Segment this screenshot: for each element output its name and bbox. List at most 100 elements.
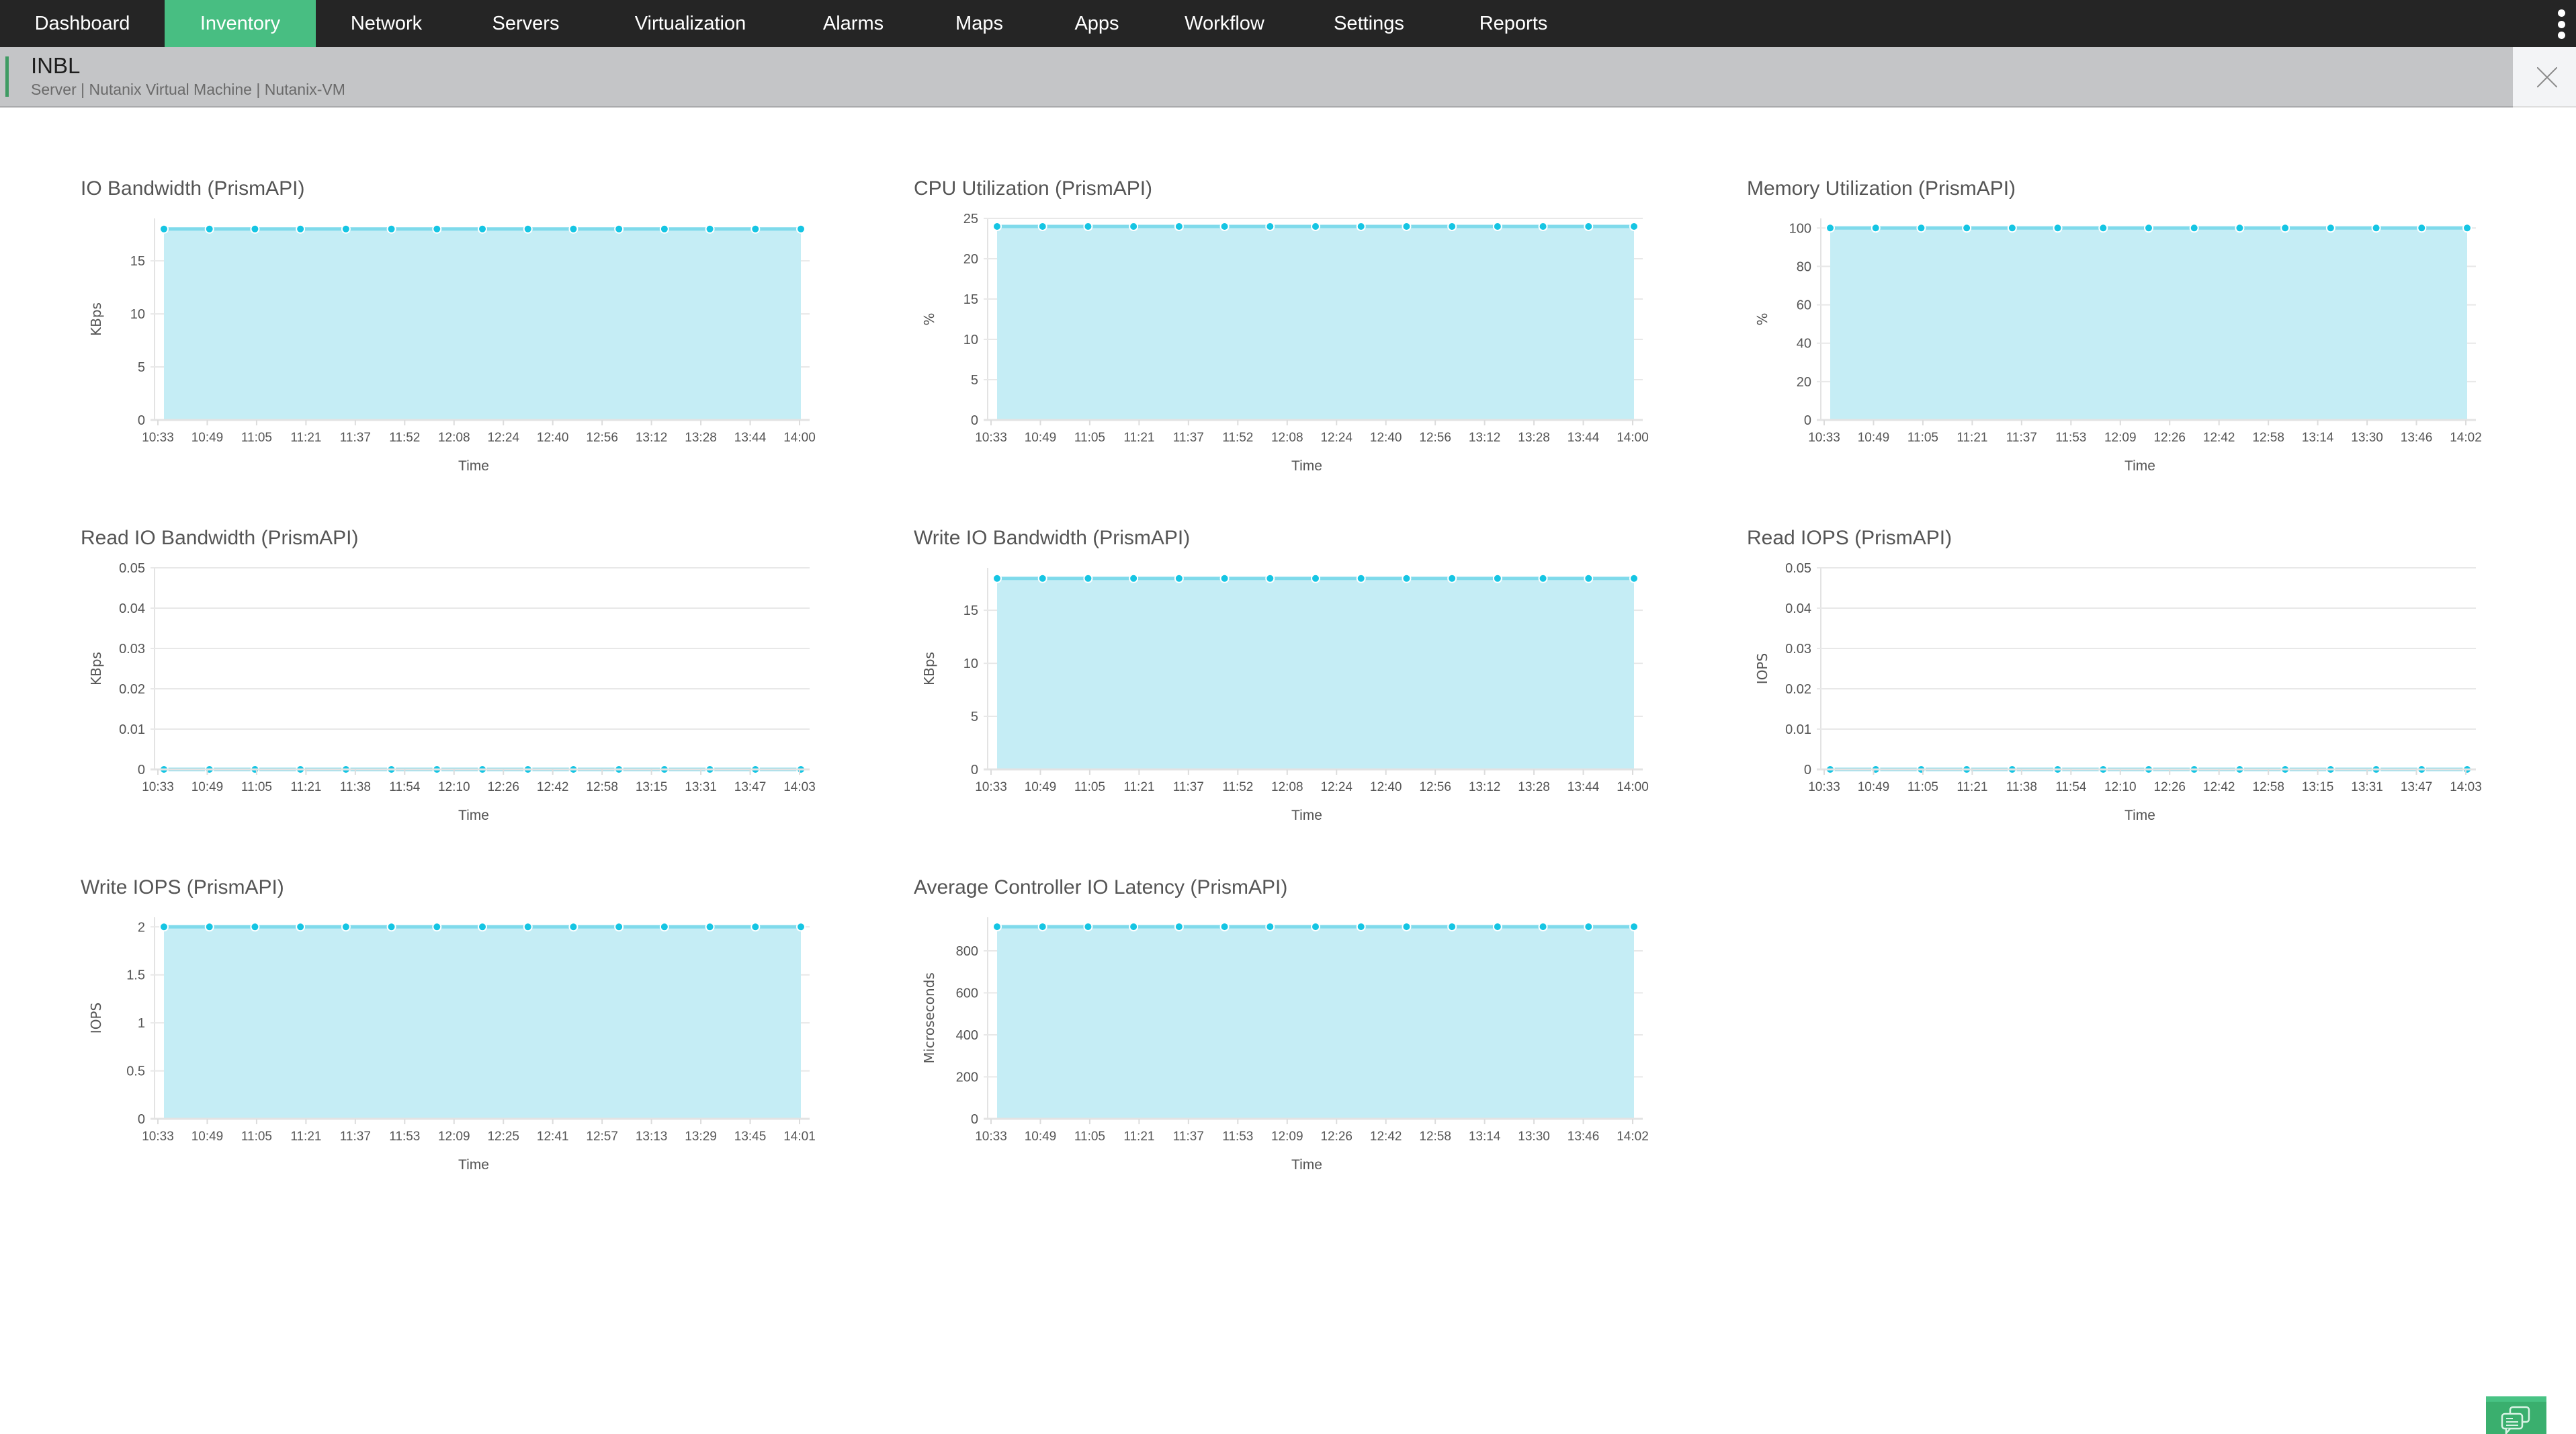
data-point[interactable] — [614, 922, 624, 932]
data-point[interactable] — [1629, 222, 1639, 231]
nav-item-servers[interactable]: Servers — [457, 0, 595, 47]
data-point[interactable] — [1356, 573, 1366, 583]
nav-item-reports[interactable]: Reports — [1445, 0, 1582, 47]
data-point[interactable] — [2462, 223, 2472, 233]
data-point[interactable] — [1916, 223, 1926, 233]
data-point[interactable] — [2144, 223, 2153, 233]
data-point[interactable] — [1447, 922, 1457, 932]
data-point[interactable] — [568, 224, 578, 234]
nav-item-inventory[interactable]: Inventory — [165, 0, 316, 47]
data-point[interactable] — [1037, 222, 1047, 231]
data-point[interactable] — [1174, 922, 1184, 932]
data-point[interactable] — [1538, 573, 1548, 583]
data-point[interactable] — [1584, 222, 1594, 231]
data-point[interactable] — [2371, 223, 2381, 233]
data-point[interactable] — [1584, 922, 1594, 932]
data-point[interactable] — [750, 922, 761, 932]
data-point[interactable] — [750, 224, 761, 234]
data-point[interactable] — [1083, 222, 1093, 231]
data-point[interactable] — [1174, 573, 1184, 583]
nav-item-maps[interactable]: Maps — [920, 0, 1038, 47]
data-point[interactable] — [341, 224, 351, 234]
data-point[interactable] — [705, 224, 715, 234]
data-point[interactable] — [1129, 573, 1139, 583]
data-point[interactable] — [250, 922, 260, 932]
data-point[interactable] — [2280, 223, 2290, 233]
data-point[interactable] — [1311, 922, 1320, 932]
data-point[interactable] — [250, 224, 260, 234]
data-point[interactable] — [1356, 222, 1366, 231]
data-point[interactable] — [1826, 223, 1835, 233]
data-point[interactable] — [159, 224, 169, 234]
data-point[interactable] — [2189, 223, 2199, 233]
data-point[interactable] — [204, 224, 214, 234]
data-point[interactable] — [296, 922, 306, 932]
data-point[interactable] — [992, 573, 1002, 583]
data-point[interactable] — [2235, 223, 2245, 233]
chat-button[interactable] — [2486, 1396, 2546, 1434]
data-point[interactable] — [1265, 573, 1275, 583]
data-point[interactable] — [614, 224, 624, 234]
data-point[interactable] — [659, 922, 669, 932]
data-point[interactable] — [296, 224, 306, 234]
data-point[interactable] — [1402, 573, 1412, 583]
data-point[interactable] — [1538, 922, 1548, 932]
data-point[interactable] — [386, 922, 396, 932]
data-point[interactable] — [1083, 573, 1093, 583]
nav-item-virtualization[interactable]: Virtualization — [595, 0, 786, 47]
data-point[interactable] — [992, 922, 1002, 932]
data-point[interactable] — [1265, 922, 1275, 932]
data-point[interactable] — [1962, 223, 1972, 233]
data-point[interactable] — [1402, 222, 1412, 231]
data-point[interactable] — [796, 922, 806, 932]
data-point[interactable] — [1311, 222, 1320, 231]
data-point[interactable] — [1356, 922, 1366, 932]
data-point[interactable] — [2098, 223, 2108, 233]
data-point[interactable] — [705, 922, 715, 932]
data-point[interactable] — [1174, 222, 1184, 231]
data-point[interactable] — [1492, 922, 1502, 932]
data-point[interactable] — [386, 224, 396, 234]
data-point[interactable] — [1447, 222, 1457, 231]
data-point[interactable] — [1083, 922, 1093, 932]
data-point[interactable] — [1129, 922, 1139, 932]
data-point[interactable] — [478, 922, 487, 932]
close-button[interactable] — [2513, 47, 2576, 108]
data-point[interactable] — [523, 224, 533, 234]
data-point[interactable] — [478, 224, 487, 234]
data-point[interactable] — [1219, 573, 1230, 583]
data-point[interactable] — [1219, 222, 1230, 231]
data-point[interactable] — [659, 224, 669, 234]
data-point[interactable] — [432, 922, 442, 932]
data-point[interactable] — [341, 922, 351, 932]
data-point[interactable] — [1447, 573, 1457, 583]
data-point[interactable] — [204, 922, 214, 932]
data-point[interactable] — [432, 224, 442, 234]
nav-item-workflow[interactable]: Workflow — [1156, 0, 1293, 47]
data-point[interactable] — [2325, 223, 2335, 233]
data-point[interactable] — [1492, 222, 1502, 231]
data-point[interactable] — [1538, 222, 1548, 231]
nav-item-alarms[interactable]: Alarms — [786, 0, 920, 47]
data-point[interactable] — [1037, 573, 1047, 583]
data-point[interactable] — [2007, 223, 2017, 233]
data-point[interactable] — [1219, 922, 1230, 932]
nav-item-settings[interactable]: Settings — [1293, 0, 1445, 47]
data-point[interactable] — [1629, 922, 1639, 932]
data-point[interactable] — [1871, 223, 1881, 233]
data-point[interactable] — [523, 922, 533, 932]
nav-item-dashboard[interactable]: Dashboard — [0, 0, 165, 47]
data-point[interactable] — [2417, 223, 2427, 233]
data-point[interactable] — [1037, 922, 1047, 932]
data-point[interactable] — [796, 224, 806, 234]
kebab-menu-icon[interactable] — [2556, 9, 2567, 39]
data-point[interactable] — [1584, 573, 1594, 583]
data-point[interactable] — [568, 922, 578, 932]
data-point[interactable] — [159, 922, 169, 932]
data-point[interactable] — [1402, 922, 1412, 932]
data-point[interactable] — [1311, 573, 1320, 583]
nav-item-apps[interactable]: Apps — [1038, 0, 1156, 47]
data-point[interactable] — [992, 222, 1002, 231]
data-point[interactable] — [1629, 573, 1639, 583]
data-point[interactable] — [2053, 223, 2063, 233]
